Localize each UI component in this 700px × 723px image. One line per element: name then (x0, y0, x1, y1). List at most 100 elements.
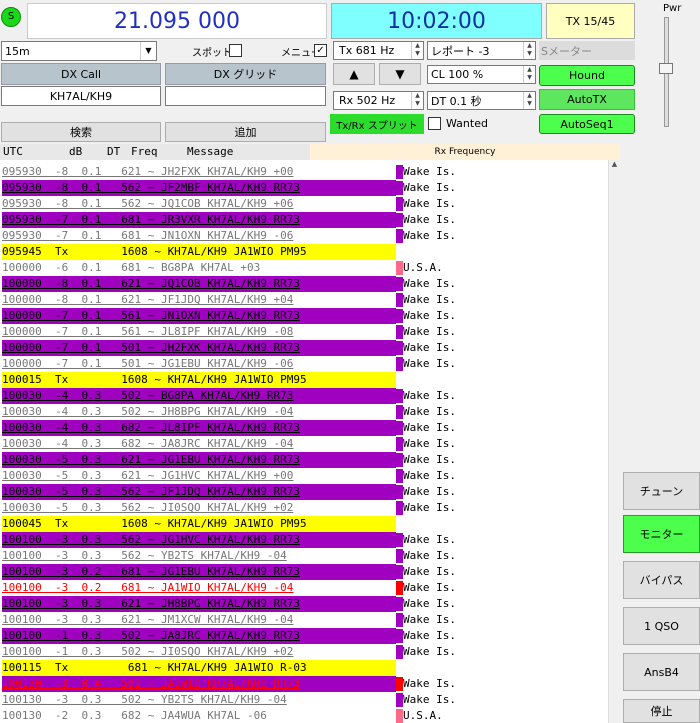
spinner-arrows-icon[interactable]: ▲ ▼ (523, 66, 535, 83)
wanted-checkbox[interactable] (428, 117, 441, 130)
rx-frequency-entry[interactable]: Wake Is. (403, 404, 456, 420)
table-row[interactable]: 095930 -8 0.1 562 ~ JQ1COB KH7AL/KH9 +06 (2, 196, 396, 212)
table-row[interactable]: 095930 -8 0.1 621 ~ JH2FXK KH7AL/KH9 +00 (2, 164, 396, 180)
rx-frequency-entry[interactable]: Wake Is. (403, 436, 456, 452)
table-row[interactable]: 100030 -5 0.3 621 ~ JG1EBU KH7AL/KH9 RR7… (2, 452, 396, 468)
table-row[interactable]: 100000 -8 0.1 621 ~ JF1JDQ KH7AL/KH9 +04 (2, 292, 396, 308)
table-row[interactable]: 100000 -7 0.1 561 ~ JL8IPF KH7AL/KH9 -08 (2, 324, 396, 340)
report-spinner[interactable]: レポート -3 ▲ ▼ (427, 41, 536, 60)
list-scrollbar[interactable]: ▲ (608, 160, 620, 723)
hound-button[interactable]: Hound (539, 65, 635, 86)
table-row[interactable]: 100100 -3 0.3 621 ~ JH8BPG KH7AL/KH9 RR7… (2, 596, 396, 612)
rx-frequency-entry[interactable]: Wake Is. (403, 628, 456, 644)
rx-offset-spinner[interactable]: Rx 502 Hz ▲ ▼ (333, 91, 424, 110)
rx-frequency-entry[interactable]: Wake Is. (403, 484, 456, 500)
frequency-display[interactable]: 21.095 000 (27, 3, 327, 39)
rx-frequency-entry[interactable]: Wake Is. (403, 356, 456, 372)
table-row[interactable]: 100030 -4 0.3 502 ~ JH8BPG KH7AL/KH9 -04 (2, 404, 396, 420)
add-button[interactable]: 追加 (165, 122, 326, 142)
rx-frequency-entry[interactable]: Wake Is. (403, 532, 456, 548)
rx-frequency-entry[interactable]: Wake Is. (403, 180, 456, 196)
table-row[interactable]: 100000 -8 0.1 621 ~ JQ1COB KH7AL/KH9 RR7… (2, 276, 396, 292)
dx-call-input[interactable]: KH7AL/KH9 (1, 86, 161, 106)
spinner-arrows-icon[interactable]: ▲ ▼ (523, 92, 535, 109)
rx-frequency-entry[interactable]: Wake Is. (403, 692, 456, 708)
rx-frequency-entry[interactable]: Wake Is. (403, 276, 456, 292)
rx-frequency-entry[interactable]: Wake Is. (403, 164, 456, 180)
tx-offset-spinner[interactable]: Tx 681 Hz ▲ ▼ (333, 41, 424, 60)
table-row[interactable]: 100030 -5 0.3 621 ~ JG1HVC KH7AL/KH9 +00 (2, 468, 396, 484)
table-row[interactable]: 100130 -2 0.3 682 ~ JA4WUA KH7AL -06 (2, 708, 396, 723)
rx-frequency-entry[interactable]: Wake Is. (403, 548, 456, 564)
spot-checkbox[interactable] (229, 44, 242, 57)
table-row[interactable]: 100000 -6 0.1 681 ~ BG8PA KH7AL +03 (2, 260, 396, 276)
table-row[interactable]: 095930 -8 0.1 562 ~ JF2MBF KH7AL/KH9 RR7… (2, 180, 396, 196)
table-row[interactable]: 100100 -3 0.2 681 ~ JA1WIO KH7AL/KH9 -04 (2, 580, 396, 596)
table-row[interactable]: 100100 -3 0.2 681 ~ JG1EBU KH7AL/KH9 RR7… (2, 564, 396, 580)
split-button[interactable]: Tx/Rx スプリット (330, 114, 424, 134)
table-row[interactable]: 100030 -4 0.3 502 ~ BG8PA KH7AL/KH9 RR73 (2, 388, 396, 404)
table-row[interactable]: 100015 Tx 1608 ~ KH7AL/KH9 JA1WIO PM95 (2, 372, 396, 388)
stop-button[interactable]: 停止 (623, 699, 700, 723)
monitor-button[interactable]: モニター (623, 515, 700, 553)
table-row[interactable]: 095945 Tx 1608 ~ KH7AL/KH9 JA1WIO PM95 (2, 244, 396, 260)
table-row[interactable]: 100130 -3 0.4 502 ~ JA1WIO KH7AL/KH9 RR7… (2, 676, 396, 692)
table-row[interactable]: 100000 -7 0.1 561 ~ JN1OXN KH7AL/KH9 RR7… (2, 308, 396, 324)
table-row[interactable]: 100100 -3 0.3 562 ~ JG1HVC KH7AL/KH9 RR7… (2, 532, 396, 548)
chevron-down-icon[interactable]: ▼ (140, 42, 156, 60)
scroll-up-icon[interactable]: ▲ (609, 160, 620, 168)
spinner-arrows-icon[interactable]: ▲ ▼ (411, 42, 423, 59)
tx-counter-button[interactable]: TX 15/45 (546, 3, 635, 39)
rx-frequency-entry[interactable]: Wake Is. (403, 308, 456, 324)
table-row[interactable]: 100030 -5 0.3 562 ~ JF1JDQ KH7AL/KH9 RR7… (2, 484, 396, 500)
autoseq-button[interactable]: AutoSeq1 (539, 114, 635, 134)
rx-frequency-entry[interactable]: U.S.A. (403, 708, 443, 723)
rx-frequency-entry[interactable]: Wake Is. (403, 388, 456, 404)
band-down-button[interactable]: ▼ (379, 63, 421, 85)
table-row[interactable]: 100130 -3 0.3 502 ~ YB2TS KH7AL/KH9 -04 (2, 692, 396, 708)
rx-frequency-entry[interactable]: Wake Is. (403, 612, 456, 628)
rx-frequency-entry[interactable]: Wake Is. (403, 228, 456, 244)
band-up-button[interactable]: ▲ (333, 63, 375, 85)
rx-frequency-entry[interactable]: Wake Is. (403, 340, 456, 356)
rx-frequency-entry[interactable]: Wake Is. (403, 500, 456, 516)
table-row[interactable]: 100100 -3 0.3 621 ~ JM1XCW KH7AL/KH9 -04 (2, 612, 396, 628)
tune-button[interactable]: チューン (623, 472, 700, 510)
table-row[interactable]: 100115 Tx 681 ~ KH7AL/KH9 JA1WIO R-03 (2, 660, 396, 676)
rx-frequency-entry[interactable]: Wake Is. (403, 564, 456, 580)
table-row[interactable]: 100030 -4 0.3 682 ~ JL8IPF KH7AL/KH9 RR7… (2, 420, 396, 436)
table-row[interactable]: 100030 -4 0.3 682 ~ JA8JRC KH7AL/KH9 -04 (2, 436, 396, 452)
ansb4-button[interactable]: AnsB4 (623, 653, 700, 691)
rx-frequency-entry[interactable]: U.S.A. (403, 260, 443, 276)
table-row[interactable]: 100000 -7 0.1 501 ~ JG1EBU KH7AL/KH9 -06 (2, 356, 396, 372)
rx-frequency-entry[interactable]: Wake Is. (403, 196, 456, 212)
table-row[interactable]: 100100 -1 0.3 502 ~ JA8JRC KH7AL/KH9 RR7… (2, 628, 396, 644)
power-slider-thumb[interactable] (659, 63, 673, 74)
rx-frequency-entry[interactable]: Wake Is. (403, 212, 456, 228)
cl-spinner[interactable]: CL 100 % ▲ ▼ (427, 65, 536, 84)
menu-checkbox[interactable]: ✓ (314, 44, 327, 57)
rx-frequency-entry[interactable]: Wake Is. (403, 452, 456, 468)
rx-frequency-entry[interactable]: Wake Is. (403, 596, 456, 612)
rx-frequency-entry[interactable]: Wake Is. (403, 292, 456, 308)
spinner-arrows-icon[interactable]: ▲ ▼ (523, 42, 535, 59)
rx-frequency-entry[interactable]: Wake Is. (403, 676, 456, 692)
rx-frequency-entry[interactable]: Wake Is. (403, 468, 456, 484)
bypass-button[interactable]: バイパス (623, 561, 700, 599)
rx-frequency-entry[interactable]: Wake Is. (403, 420, 456, 436)
rx-frequency-entry[interactable]: Wake Is. (403, 580, 456, 596)
dt-spinner[interactable]: DT 0.1 秒 ▲ ▼ (427, 91, 536, 110)
table-row[interactable]: 100100 -1 0.3 502 ~ JI0SQO KH7AL/KH9 +02 (2, 644, 396, 660)
decode-list[interactable]: 095930 -8 0.1 621 ~ JH2FXK KH7AL/KH9 +00… (0, 160, 620, 723)
rx-frequency-entry[interactable]: Wake Is. (403, 644, 456, 660)
rx-frequency-entry[interactable]: Wake Is. (403, 324, 456, 340)
autotx-button[interactable]: AutoTX (539, 89, 635, 110)
search-button[interactable]: 検索 (1, 122, 161, 142)
table-row[interactable]: 095930 -7 0.1 681 ~ JR3VXR KH7AL/KH9 RR7… (2, 212, 396, 228)
table-row[interactable]: 100100 -3 0.3 562 ~ YB2TS KH7AL/KH9 -04 (2, 548, 396, 564)
table-row[interactable]: 100000 -7 0.1 501 ~ JH2FXK KH7AL/KH9 RR7… (2, 340, 396, 356)
table-row[interactable]: 100045 Tx 1608 ~ KH7AL/KH9 JA1WIO PM95 (2, 516, 396, 532)
band-select[interactable]: 15m ▼ (1, 41, 157, 61)
table-row[interactable]: 100030 -5 0.3 562 ~ JI0SQO KH7AL/KH9 +02 (2, 500, 396, 516)
dx-grid-input[interactable] (165, 86, 326, 106)
